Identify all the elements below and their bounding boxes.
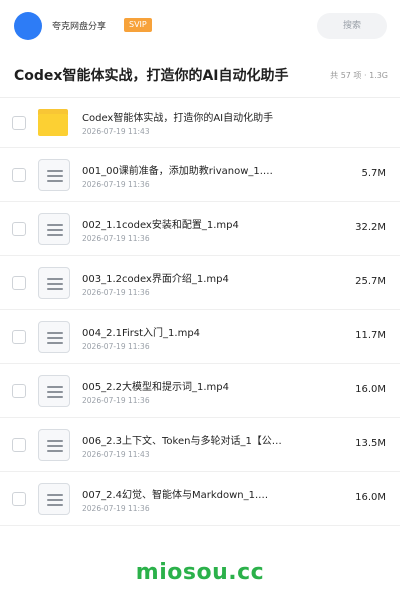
item-date: 2026-07-19 11:36	[82, 234, 150, 243]
item-size: 5.7M	[361, 168, 386, 179]
file-icon	[38, 320, 70, 353]
row-checkbox[interactable]	[12, 167, 26, 182]
file-icon	[38, 428, 70, 461]
file-icon	[38, 158, 70, 191]
folder-header: Codex智能体实战，打造你的AI自动化助手 共 57 项 · 1.3G	[0, 52, 400, 98]
item-name[interactable]: Codex智能体实战，打造你的AI自动化助手	[82, 109, 312, 124]
avatar[interactable]	[14, 12, 42, 40]
item-date: 2026-07-19 11:36	[82, 396, 150, 405]
item-date: 2026-07-19 11:36	[82, 342, 150, 351]
folder-icon	[38, 108, 70, 137]
item-size: 13.5M	[355, 438, 386, 449]
folder-row[interactable]: Codex智能体实战，打造你的AI自动化助手 2026-07-19 11:43	[0, 98, 400, 148]
file-list: Codex智能体实战，打造你的AI自动化助手 2026-07-19 11:43 00…	[0, 98, 400, 526]
svip-badge: SVIP	[124, 18, 152, 32]
share-name: 夸克网盘分享	[52, 22, 107, 32]
item-size: 25.7M	[355, 276, 386, 287]
item-size: 16.0M	[355, 492, 386, 503]
item-name[interactable]: 001_00课前准备，添加助教rivanow_1.…	[82, 162, 312, 177]
item-size: 32.2M	[355, 222, 386, 233]
item-size: 11.7M	[355, 330, 386, 341]
item-date: 2026-07-19 11:43	[82, 127, 150, 136]
row-checkbox[interactable]	[12, 491, 26, 506]
file-row[interactable]: 003_1.2codex界面介绍_1.mp4 2026-07-19 11:36 25…	[0, 256, 400, 310]
row-checkbox[interactable]	[12, 275, 26, 290]
search-button[interactable]: 搜索	[317, 13, 387, 39]
file-icon	[38, 482, 70, 515]
item-date: 2026-07-19 11:36	[82, 288, 150, 297]
watermark: miosou.cc	[135, 560, 265, 585]
item-name[interactable]: 002_1.1codex安装和配置_1.mp4	[82, 216, 312, 231]
item-name[interactable]: 005_2.2大模型和提示词_1.mp4	[82, 378, 312, 393]
file-icon	[38, 374, 70, 407]
folder-title: Codex智能体实战，打造你的AI自动化助手	[14, 68, 289, 84]
file-row[interactable]: 002_1.1codex安装和配置_1.mp4 2026-07-19 11:36 3…	[0, 202, 400, 256]
item-size: 16.0M	[355, 384, 386, 395]
row-checkbox[interactable]	[12, 437, 26, 452]
file-icon	[38, 212, 70, 245]
file-icon	[38, 266, 70, 299]
item-date: 2026-07-19 11:43	[82, 450, 150, 459]
item-name[interactable]: 006_2.3上下文、Token与多轮对话_1【公…	[82, 432, 312, 447]
folder-meta: 共 57 项 · 1.3G	[330, 71, 388, 80]
file-row[interactable]: 001_00课前准备，添加助教rivanow_1.… 2026-07-19 11:…	[0, 148, 400, 202]
top-bar: 夸克网盘分享 SVIP 搜索	[0, 0, 400, 52]
row-checkbox[interactable]	[12, 329, 26, 344]
file-row[interactable]: 006_2.3上下文、Token与多轮对话_1【公… 2026-07-19 11:…	[0, 418, 400, 472]
item-date: 2026-07-19 11:36	[82, 180, 150, 189]
item-date: 2026-07-19 11:36	[82, 504, 150, 513]
row-checkbox[interactable]	[12, 221, 26, 236]
row-checkbox[interactable]	[12, 115, 26, 130]
row-checkbox[interactable]	[12, 383, 26, 398]
file-row[interactable]: 007_2.4幻觉、智能体与Markdown_1.… 2026-07-19 11:…	[0, 472, 400, 526]
file-row[interactable]: 004_2.1First入门_1.mp4 2026-07-19 11:36 11.7…	[0, 310, 400, 364]
item-name[interactable]: 003_1.2codex界面介绍_1.mp4	[82, 270, 312, 285]
file-row[interactable]: 005_2.2大模型和提示词_1.mp4 2026-07-19 11:36 16.0…	[0, 364, 400, 418]
item-name[interactable]: 004_2.1First入门_1.mp4	[82, 324, 312, 339]
item-name[interactable]: 007_2.4幻觉、智能体与Markdown_1.…	[82, 486, 312, 501]
